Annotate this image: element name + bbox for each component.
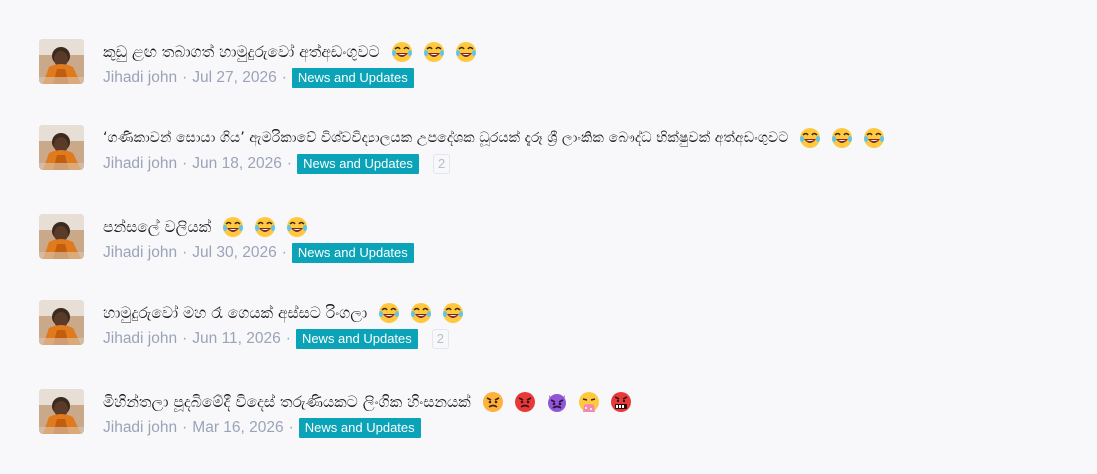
thread-row[interactable]: මිහින්තලා පූදබිමේදී විදෙස් තරුණියකට ලිංග… bbox=[39, 389, 637, 438]
thread-title[interactable]: කුඩු ළඟ තබාගත් හාමුදුරුවෝ අත්අඩංගුවට bbox=[103, 39, 482, 65]
separator: · bbox=[182, 330, 188, 347]
avatar[interactable] bbox=[39, 39, 84, 84]
thread-title[interactable]: ‘ගණිකාවන් සොයා ගිය’ ඇමරිකාවේ විශ්වවිද්‍ය… bbox=[103, 125, 890, 151]
rofl-icon bbox=[391, 41, 413, 63]
rofl-icon bbox=[410, 302, 432, 324]
separator: · bbox=[285, 330, 291, 347]
cursing-icon bbox=[610, 391, 632, 413]
thread-date[interactable]: Mar 16, 2026 bbox=[192, 419, 283, 437]
pouting-icon bbox=[514, 391, 536, 413]
thread-row[interactable]: හාමුදුරුවෝ මහ රෑ ගෙයක් අස්සට රිංගලා Jiha… bbox=[39, 300, 469, 349]
reply-count-badge[interactable]: 2 bbox=[432, 154, 451, 174]
thread-date[interactable]: Jun 18, 2026 bbox=[192, 155, 282, 173]
author-link[interactable]: Jihadi john bbox=[103, 419, 177, 437]
separator: · bbox=[286, 155, 293, 172]
avatar[interactable] bbox=[39, 125, 84, 170]
forum-tag[interactable]: News and Updates bbox=[295, 329, 418, 349]
rofl-icon bbox=[254, 216, 276, 238]
reply-count-badge[interactable]: 2 bbox=[431, 329, 450, 349]
thread-row[interactable]: පන්සලේ වලියක් Jihadi john · Jul 30, 2026… bbox=[39, 214, 414, 263]
thread-title[interactable]: මිහින්තලා පූදබිමේදී විදෙස් තරුණියකට ලිංග… bbox=[103, 389, 637, 415]
forum-tag[interactable]: News and Updates bbox=[291, 243, 414, 263]
author-link[interactable]: Jihadi john bbox=[103, 69, 177, 87]
thread-date[interactable]: Jul 27, 2026 bbox=[192, 69, 276, 87]
devil-icon bbox=[546, 391, 568, 413]
thread-meta: Jihadi john · Mar 16, 2026 · News and Up… bbox=[103, 418, 637, 438]
avatar[interactable] bbox=[39, 300, 84, 345]
separator: · bbox=[182, 419, 188, 436]
forum-tag[interactable]: News and Updates bbox=[297, 154, 419, 174]
separator: · bbox=[182, 155, 188, 172]
forum-tag[interactable]: News and Updates bbox=[291, 68, 414, 88]
rofl-icon bbox=[442, 302, 464, 324]
thread-title[interactable]: පන්සලේ වලියක් bbox=[103, 214, 414, 240]
rofl-icon bbox=[863, 127, 885, 149]
avatar[interactable] bbox=[39, 214, 84, 259]
rofl-icon bbox=[222, 216, 244, 238]
separator: · bbox=[182, 69, 188, 86]
rofl-icon bbox=[455, 41, 477, 63]
rofl-icon bbox=[799, 127, 821, 149]
thread-row[interactable]: කුඩු ළඟ තබාගත් හාමුදුරුවෝ අත්අඩංගුවට Jih… bbox=[39, 39, 482, 88]
rofl-icon bbox=[831, 127, 853, 149]
thread-meta: Jihadi john · Jul 27, 2026 · News and Up… bbox=[103, 68, 482, 88]
author-link[interactable]: Jihadi john bbox=[103, 330, 177, 348]
thread-row[interactable]: ‘ගණිකාවන් සොයා ගිය’ ඇමරිකාවේ විශ්වවිද්‍ය… bbox=[39, 125, 890, 174]
author-link[interactable]: Jihadi john bbox=[103, 244, 177, 262]
separator: · bbox=[281, 69, 287, 86]
vomit-icon bbox=[578, 391, 600, 413]
rofl-icon bbox=[378, 302, 400, 324]
thread-meta: Jihadi john · Jul 30, 2026 · News and Up… bbox=[103, 243, 414, 263]
separator: · bbox=[288, 419, 294, 436]
thread-title[interactable]: හාමුදුරුවෝ මහ රෑ ගෙයක් අස්සට රිංගලා bbox=[103, 300, 469, 326]
thread-date[interactable]: Jun 11, 2026 bbox=[192, 330, 280, 348]
thread-meta: Jihadi john · Jun 18, 2026 · News and Up… bbox=[103, 154, 890, 174]
rofl-icon bbox=[423, 41, 445, 63]
separator: · bbox=[182, 244, 188, 261]
separator: · bbox=[281, 244, 287, 261]
thread-meta: Jihadi john · Jun 11, 2026 · News and Up… bbox=[103, 329, 469, 349]
forum-tag[interactable]: News and Updates bbox=[298, 418, 421, 438]
author-link[interactable]: Jihadi john bbox=[103, 155, 177, 173]
angry-icon bbox=[482, 391, 504, 413]
thread-date[interactable]: Jul 30, 2026 bbox=[192, 244, 276, 262]
avatar[interactable] bbox=[39, 389, 84, 434]
rofl-icon bbox=[286, 216, 308, 238]
